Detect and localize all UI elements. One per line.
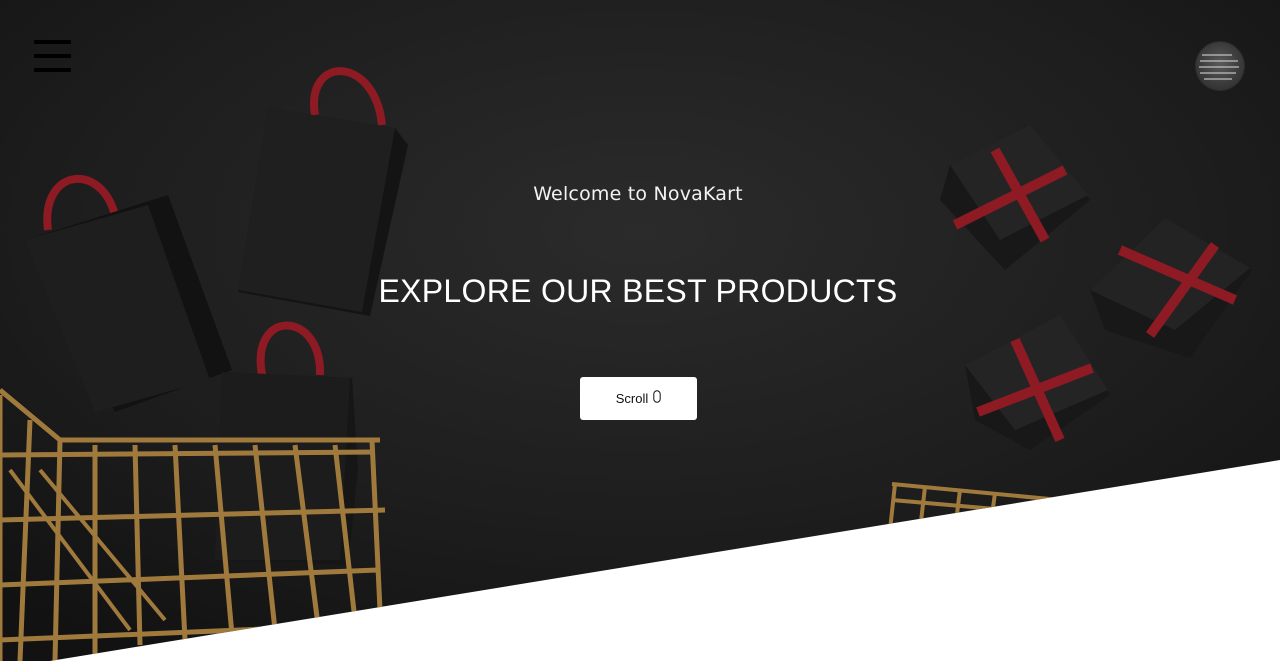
hamburger-menu-icon[interactable]	[34, 38, 72, 74]
hero-headline: EXPLORE OUR BEST PRODUCTS	[378, 273, 898, 309]
scroll-button-label: Scroll	[615, 391, 649, 406]
hero-section: Welcome to NovaKart EXPLORE OUR BEST PRO…	[0, 0, 1280, 661]
menu-bar	[34, 54, 71, 58]
mouse-icon	[653, 390, 661, 403]
menu-bar	[34, 68, 71, 72]
menu-bar	[34, 40, 71, 44]
user-avatar[interactable]	[1196, 42, 1244, 90]
welcome-text: Welcome to NovaKart	[533, 183, 743, 205]
hero-background-image	[0, 0, 1280, 661]
scroll-button[interactable]: Scroll	[580, 377, 697, 420]
